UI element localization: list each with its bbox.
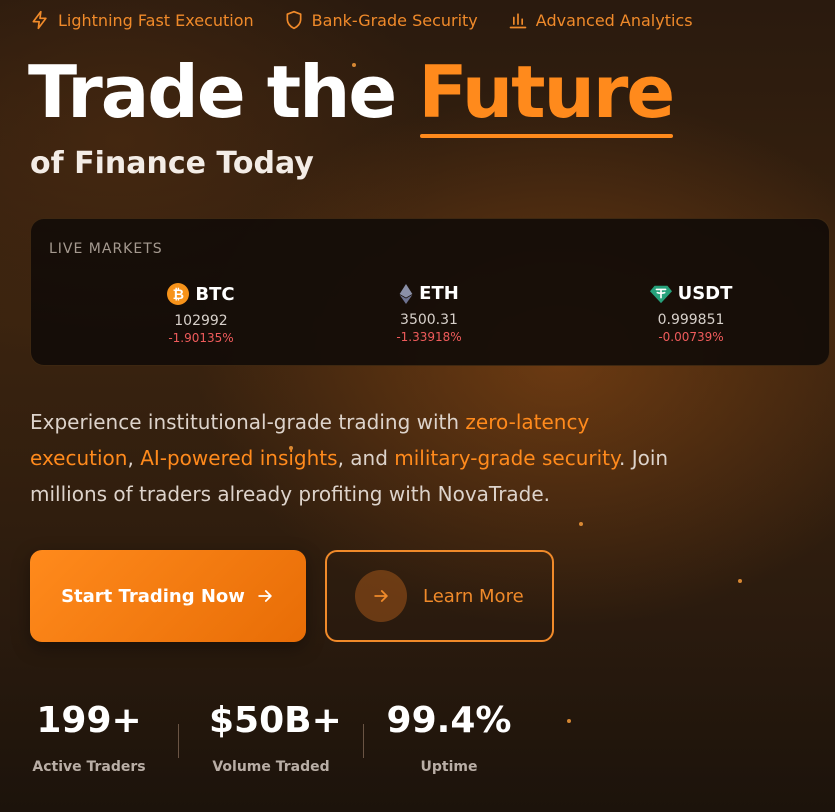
live-markets-panel: LIVE MARKETS ₿ BTC 102992 -1.90135% ETH …: [30, 218, 830, 366]
stat-label: Active Traders: [32, 759, 146, 775]
description-text: ,: [127, 446, 141, 470]
coin-price: 102992: [174, 313, 228, 329]
coin-symbol: USDT: [677, 283, 733, 304]
decorative-dot: [738, 579, 742, 583]
coin-symbol: BTC: [195, 283, 235, 305]
hero-description: Experience institutional-grade trading w…: [30, 404, 690, 512]
market-coin-eth[interactable]: ETH 3500.31 -1.33918%: [349, 283, 509, 344]
feature-label: Advanced Analytics: [535, 10, 693, 30]
stat-uptime: 99.4% Uptime: [384, 700, 514, 775]
feature-security: Bank-Grade Security: [284, 10, 478, 30]
stats-row: 199+ Active Traders $50B+ Volume Traded …: [30, 700, 514, 775]
feature-lightning: Lightning Fast Execution: [30, 10, 254, 30]
stat-volume: $50B+ Volume Traded: [209, 700, 342, 775]
tether-icon: [649, 285, 672, 303]
hero-subtitle: of Finance Today: [30, 146, 314, 181]
arrow-right-icon: [374, 590, 388, 602]
lightning-icon: [32, 10, 47, 30]
arrow-circle: [355, 570, 407, 622]
feature-strip: Lightning Fast Execution Bank-Grade Secu…: [30, 10, 693, 30]
feature-label: Bank-Grade Security: [311, 10, 478, 30]
description-highlight: AI-powered insights: [140, 446, 338, 470]
stat-value: 99.4%: [386, 700, 512, 741]
stat-value: $50B+: [209, 700, 342, 741]
coin-change: -1.33918%: [396, 330, 462, 344]
description-highlight: military-grade security: [394, 446, 619, 470]
arrow-right-icon: [258, 590, 272, 602]
hero-title-prefix: Trade the: [28, 50, 419, 134]
learn-more-label: Learn More: [423, 585, 524, 607]
hero-title-accent: Future: [418, 50, 675, 138]
live-markets-label: LIVE MARKETS: [49, 241, 163, 257]
coin-change: -1.90135%: [168, 331, 234, 345]
stat-active-traders: 199+ Active Traders: [30, 700, 148, 775]
bitcoin-icon: ₿: [167, 283, 190, 305]
coin-price: 3500.31: [400, 312, 458, 328]
ethereum-icon: [399, 283, 413, 304]
start-trading-label: Start Trading Now: [61, 585, 245, 607]
start-trading-button[interactable]: Start Trading Now: [30, 550, 306, 642]
decorative-dot: [579, 522, 583, 526]
description-text: Experience institutional-grade trading w…: [30, 410, 466, 434]
stat-divider: [363, 724, 364, 758]
hero-title: Trade the Future: [28, 50, 675, 138]
feature-analytics: Advanced Analytics: [508, 10, 693, 30]
learn-more-button[interactable]: Learn More: [325, 550, 554, 642]
description-text: , and: [337, 446, 395, 470]
market-coin-usdt[interactable]: USDT 0.999851 -0.00739%: [611, 283, 771, 344]
feature-label: Lightning Fast Execution: [58, 10, 254, 30]
coin-price: 0.999851: [657, 312, 725, 328]
stat-label: Uptime: [420, 759, 478, 775]
decorative-dot: [567, 719, 571, 723]
coin-symbol: ETH: [419, 283, 459, 304]
stat-divider: [178, 724, 179, 758]
market-coin-btc[interactable]: ₿ BTC 102992 -1.90135%: [121, 283, 281, 345]
stat-label: Volume Traded: [212, 759, 330, 775]
coin-change: -0.00739%: [658, 330, 724, 344]
bar-chart-icon: [509, 13, 527, 29]
shield-icon: [286, 10, 302, 30]
stat-value: 199+: [36, 700, 142, 741]
